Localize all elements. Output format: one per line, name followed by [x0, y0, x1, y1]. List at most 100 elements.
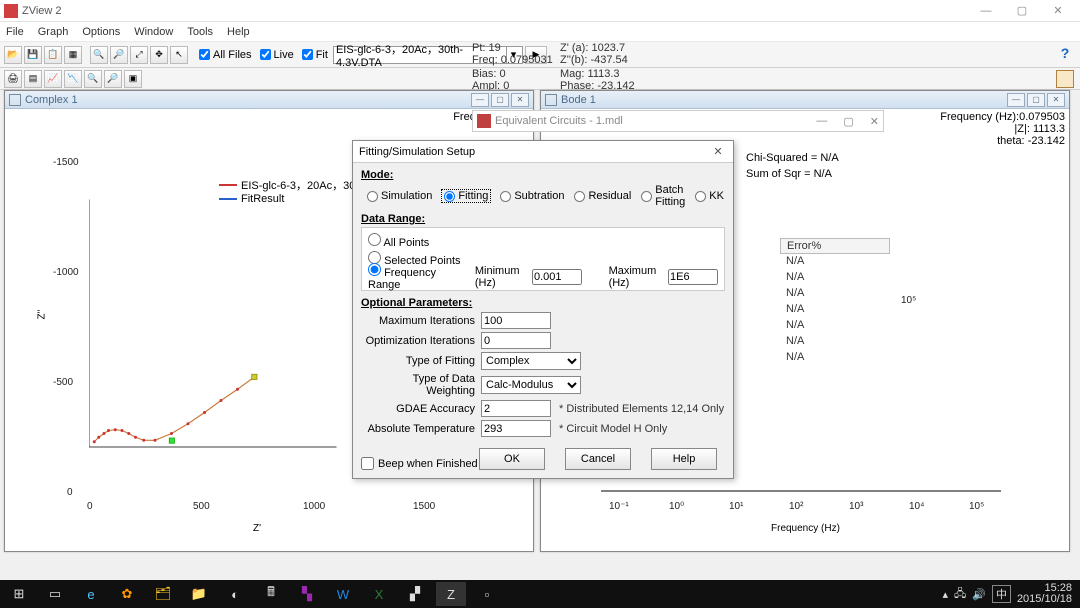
app1-icon[interactable]: ▚: [292, 582, 322, 606]
calc-icon[interactable]: 🖩: [256, 582, 286, 606]
tool-cursor-icon[interactable]: ↖: [170, 46, 188, 64]
type-fitting-select[interactable]: Complex: [481, 352, 581, 370]
tool-fit-icon[interactable]: ▣: [124, 70, 142, 88]
beep-checkbox[interactable]: Beep when Finished: [361, 457, 478, 470]
menu-file[interactable]: File: [6, 26, 24, 38]
radio-residual[interactable]: Residual: [574, 190, 631, 202]
equiv-close-button[interactable]: ✕: [870, 115, 879, 128]
datarange-header: Data Range:: [361, 213, 725, 225]
equiv-min-button[interactable]: —: [816, 115, 827, 128]
mode-radios: Simulation Fitting Subtration Residual B…: [361, 181, 725, 211]
app3-icon[interactable]: ▫: [472, 582, 502, 606]
radio-subtration[interactable]: Subtration: [500, 190, 564, 202]
word-icon[interactable]: W: [328, 582, 358, 606]
help-icon[interactable]: ?: [1056, 44, 1074, 62]
tool-zoom2-icon[interactable]: 🔎: [104, 70, 122, 88]
explorer-icon[interactable]: 🗂: [148, 582, 178, 606]
tool-zoomin-icon[interactable]: 🔍: [90, 46, 108, 64]
tool-save-icon[interactable]: 💾: [24, 46, 42, 64]
min-hz-input[interactable]: [532, 269, 582, 285]
tool-zoom1-icon[interactable]: 🔍: [84, 70, 102, 88]
menu-help[interactable]: Help: [227, 26, 250, 38]
error-header: Error%: [780, 238, 890, 254]
tool-equiv-icon[interactable]: [1056, 70, 1074, 88]
cancel-button[interactable]: Cancel: [565, 448, 631, 470]
fitting-setup-dialog: Fitting/Simulation Setup ✕ Mode: Simulat…: [352, 140, 734, 479]
mode-header: Mode:: [361, 169, 725, 181]
radio-freq-range[interactable]: Frequency Range: [368, 263, 448, 291]
checkbox-all-files[interactable]: All Files: [199, 49, 252, 61]
folder-icon[interactable]: 📁: [184, 582, 214, 606]
tool-zoomout-icon[interactable]: 🔎: [110, 46, 128, 64]
menu-options[interactable]: Options: [82, 26, 120, 38]
tool-zoomfit-icon[interactable]: ⤢: [130, 46, 148, 64]
bode-titlebar[interactable]: Bode 1 — ▢ ✕: [541, 91, 1069, 109]
complex-close-button[interactable]: ✕: [511, 93, 529, 107]
bode-xlabel: Frequency (Hz): [771, 523, 840, 534]
ie-icon[interactable]: e: [76, 582, 106, 606]
minimize-button[interactable]: —: [968, 0, 1004, 22]
tray-vol-icon[interactable]: 🔊: [972, 588, 986, 601]
radio-all-points[interactable]: All Points: [368, 233, 429, 249]
dialog-close-button[interactable]: ✕: [709, 145, 727, 158]
complex-max-button[interactable]: ▢: [491, 93, 509, 107]
windows-taskbar: ⊞ ▭ e ✿ 🗂 📁 ◐ 🖩 ▚ W X ▞ Z ▫ ▴ 🖧 🔊 中 15:2…: [0, 580, 1080, 608]
error-column: Error% N/A N/A N/A N/A N/A N/A N/A: [780, 238, 890, 366]
results-summary: Chi-Squared = N/A Sum of Sqr = N/A: [742, 150, 892, 182]
ok-button[interactable]: OK: [479, 448, 545, 470]
temp-input[interactable]: [481, 420, 551, 437]
type-weighting-select[interactable]: Calc-Modulus: [481, 376, 581, 394]
menu-bar: File Graph Options Window Tools Help: [0, 22, 1080, 42]
radio-fitting[interactable]: Fitting: [442, 190, 490, 202]
radio-kk[interactable]: KK: [695, 190, 724, 202]
tray-net-icon[interactable]: 🖧: [954, 585, 966, 604]
taskview-icon[interactable]: ▭: [40, 582, 70, 606]
tool-copy-icon[interactable]: 📋: [44, 46, 62, 64]
equiv-circuits-window[interactable]: Equivalent Circuits - 1.mdl — ▢ ✕: [472, 110, 884, 132]
settings-icon[interactable]: ✿: [112, 582, 142, 606]
window-title: ZView 2: [22, 5, 968, 17]
tool-chart2-icon[interactable]: 📉: [64, 70, 82, 88]
complex-titlebar[interactable]: Complex 1 — ▢ ✕: [5, 91, 533, 109]
tool-open-icon[interactable]: 📂: [4, 46, 22, 64]
system-tray[interactable]: ▴ 🖧 🔊 中 15:282015/10/18: [942, 583, 1076, 605]
tool-table-icon[interactable]: ▤: [24, 70, 42, 88]
tray-ime[interactable]: 中: [992, 585, 1011, 603]
radio-simulation[interactable]: Simulation: [367, 190, 432, 202]
max-iter-input[interactable]: [481, 312, 551, 329]
datarange-box: All Points Selected Points Frequency Ran…: [361, 227, 725, 291]
bode-title: Bode 1: [561, 94, 596, 106]
close-button[interactable]: ✕: [1040, 0, 1076, 22]
equiv-icon: [477, 114, 491, 128]
max-hz-input[interactable]: [668, 269, 718, 285]
help-button[interactable]: Help: [651, 448, 717, 470]
complex-min-button[interactable]: —: [471, 93, 489, 107]
start-button[interactable]: ⊞: [4, 582, 34, 606]
tray-up-icon[interactable]: ▴: [942, 588, 948, 601]
tool-print-icon[interactable]: 🖨: [4, 70, 22, 88]
bode-min-button[interactable]: —: [1007, 93, 1025, 107]
gdae-input[interactable]: [481, 400, 551, 417]
tool-grid-icon[interactable]: ▦: [64, 46, 82, 64]
menu-window[interactable]: Window: [134, 26, 173, 38]
app2-icon[interactable]: ▞: [400, 582, 430, 606]
excel-icon[interactable]: X: [364, 582, 394, 606]
zview-icon[interactable]: Z: [436, 582, 466, 606]
complex-sysicon: [9, 94, 21, 106]
tool-chart1-icon[interactable]: 📈: [44, 70, 62, 88]
radio-batch[interactable]: Batch Fitting: [641, 184, 685, 208]
checkbox-live[interactable]: Live: [260, 49, 294, 61]
tool-pan-icon[interactable]: ✥: [150, 46, 168, 64]
checkbox-fit[interactable]: Fit: [302, 49, 328, 61]
menu-graph[interactable]: Graph: [38, 26, 69, 38]
equiv-max-button[interactable]: ▢: [843, 115, 853, 128]
maximize-button[interactable]: ▢: [1004, 0, 1040, 22]
dialog-titlebar[interactable]: Fitting/Simulation Setup ✕: [353, 141, 733, 163]
menu-tools[interactable]: Tools: [187, 26, 213, 38]
bode-max-button[interactable]: ▢: [1027, 93, 1045, 107]
chrome-icon[interactable]: ◐: [220, 582, 250, 606]
opt-iter-input[interactable]: [481, 332, 551, 349]
taskbar-clock[interactable]: 15:282015/10/18: [1017, 583, 1076, 605]
bode-close-button[interactable]: ✕: [1047, 93, 1065, 107]
dialog-title: Fitting/Simulation Setup: [359, 146, 475, 158]
